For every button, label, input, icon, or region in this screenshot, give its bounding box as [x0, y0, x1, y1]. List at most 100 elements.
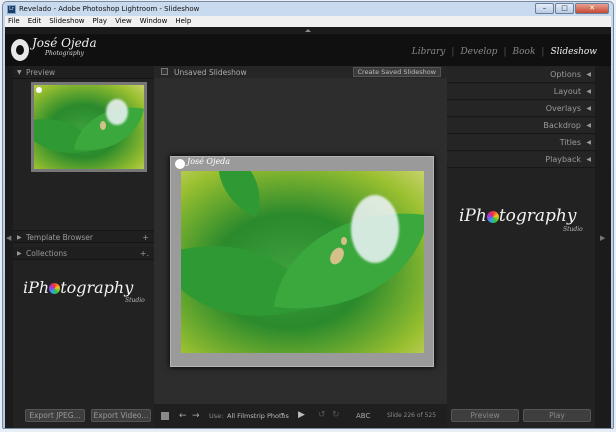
create-saved-slideshow-button[interactable]: Create Saved Slideshow — [352, 67, 441, 77]
collapsed-triangle-icon: ◀ — [586, 122, 591, 129]
template-browser-header[interactable]: ▶ Template Browser + — [13, 230, 154, 243]
play-icon[interactable]: ▶ — [298, 410, 305, 420]
slideshow-toolbar: ← → Use: All Filmstrip Photos ▾ ▶ ↺ ↻ AB… — [154, 404, 447, 428]
use-dropdown[interactable]: All Filmstrip Photos — [227, 412, 289, 420]
options-label: Options — [550, 70, 581, 79]
slide-identity-logo-icon — [175, 159, 185, 169]
slide-preview: José Ojeda — [170, 156, 434, 367]
collapsed-triangle-icon: ▶ — [17, 234, 22, 241]
preview-panel-label: Preview — [26, 68, 56, 77]
left-panel-toggle-strip[interactable]: ◀ — [5, 66, 13, 428]
menu-window[interactable]: Window — [140, 16, 168, 27]
title-bar: Lr Revelado - Adobe Photoshop Lightroom … — [3, 2, 613, 16]
brand-sub-right: Studio — [563, 226, 583, 233]
module-picker: Library | Develop | Book | Slideshow — [412, 47, 597, 57]
layout-label: Layout — [553, 87, 581, 96]
close-button[interactable]: ✕ — [575, 3, 609, 14]
slide-counter: Slide 226 of 525 — [387, 412, 437, 419]
collapse-left-arrow-icon[interactable]: ◀ — [6, 234, 11, 242]
use-label: Use: — [209, 412, 224, 420]
export-video-button[interactable]: Export Video... — [91, 409, 151, 422]
brand-sub-left: Studio — [125, 297, 145, 304]
window-title: Revelado - Adobe Photoshop Lightroom - S… — [19, 5, 200, 13]
preview-button[interactable]: Preview — [451, 409, 519, 422]
menu-slideshow[interactable]: Slideshow — [49, 16, 84, 27]
titles-section-header[interactable]: Titles ◀ — [447, 135, 595, 151]
slide-editor: Unsaved Slideshow Create Saved Slideshow… — [154, 66, 447, 428]
brand-suffix: tography — [60, 278, 134, 297]
play-button[interactable]: Play — [523, 409, 591, 422]
preview-panel-header[interactable]: ▼ Preview — [13, 66, 154, 79]
options-section-header[interactable]: Options ◀ — [447, 67, 595, 83]
minimize-button[interactable]: – — [535, 3, 554, 14]
module-book[interactable]: Book — [513, 47, 536, 57]
brand-prefix: iPh — [459, 206, 487, 226]
slide-editor-header: Unsaved Slideshow Create Saved Slideshow — [154, 66, 447, 78]
lightroom-workspace: José Ojeda Photography Library | Develop… — [5, 27, 611, 428]
spider — [100, 121, 106, 130]
collections-header[interactable]: ▶ Collections +. — [13, 247, 154, 260]
module-slideshow[interactable]: Slideshow — [550, 47, 597, 57]
spider-web — [351, 195, 399, 263]
previous-slide-icon[interactable]: ← — [179, 411, 187, 421]
module-separator: | — [541, 47, 545, 57]
collection-title: Unsaved Slideshow — [174, 68, 247, 77]
menu-view[interactable]: View — [115, 16, 132, 27]
collapse-right-arrow-icon[interactable]: ▶ — [600, 234, 605, 242]
use-dropdown-chevron-icon[interactable]: ▾ — [281, 411, 284, 418]
playback-section-header[interactable]: Playback ◀ — [447, 152, 595, 168]
export-jpeg-button[interactable]: Export JPEG... — [25, 409, 85, 422]
module-develop[interactable]: Develop — [460, 47, 497, 57]
preview-photo — [34, 85, 144, 169]
add-collection-icon[interactable]: +. — [140, 247, 149, 260]
slide-identity-name: José Ojeda — [187, 157, 231, 166]
collapsed-triangle-icon: ◀ — [586, 71, 591, 78]
top-panel-toggle-strip[interactable] — [5, 27, 611, 34]
right-panel: Options ◀ Layout ◀ Overlays ◀ Backdrop ◀ Tit… — [447, 66, 595, 428]
rotate-right-icon: ↻ — [332, 410, 340, 420]
collapsed-triangle-icon: ▶ — [17, 250, 22, 257]
rotate-left-icon: ↺ — [318, 410, 326, 420]
collapsed-triangle-icon: ◀ — [586, 156, 591, 163]
add-template-icon[interactable]: + — [142, 231, 149, 244]
module-separator: | — [503, 47, 507, 57]
overlays-label: Overlays — [545, 104, 581, 113]
select-checkbox[interactable] — [161, 68, 168, 75]
template-browser-label: Template Browser — [26, 233, 93, 242]
app-window: Lr Revelado - Adobe Photoshop Lightroom … — [2, 1, 614, 429]
preview-thumbnail — [31, 82, 147, 172]
menu-bar: File Edit Slideshow Play View Window Hel… — [5, 16, 611, 27]
overlays-section-header[interactable]: Overlays ◀ — [447, 101, 595, 117]
identity-tagline: Photography — [45, 50, 84, 57]
collapsed-triangle-icon: ◀ — [586, 105, 591, 112]
collapse-top-arrow-icon[interactable] — [305, 29, 311, 32]
module-separator: | — [451, 47, 455, 57]
identity-name: José Ojeda — [32, 36, 97, 50]
menu-help[interactable]: Help — [175, 16, 191, 27]
add-text-button[interactable]: ABC — [356, 412, 370, 420]
aperture-icon — [486, 210, 499, 223]
spider-head — [341, 237, 347, 245]
menu-file[interactable]: File — [8, 16, 20, 27]
right-panel-toggle-strip[interactable]: ▶ — [595, 66, 611, 428]
playback-label: Playback — [545, 155, 581, 164]
slide-photo — [181, 171, 424, 353]
watermark-logo-icon — [36, 87, 42, 93]
menu-edit[interactable]: Edit — [28, 16, 42, 27]
collapsed-triangle-icon: ◀ — [586, 139, 591, 146]
module-library[interactable]: Library — [412, 47, 446, 57]
spider-web — [106, 99, 128, 125]
layout-section-header[interactable]: Layout ◀ — [447, 84, 595, 100]
next-slide-icon[interactable]: → — [192, 411, 200, 421]
maximize-button[interactable]: □ — [555, 3, 574, 14]
collections-label: Collections — [26, 249, 68, 258]
stop-icon[interactable] — [161, 412, 169, 420]
lightroom-app-icon: Lr — [7, 5, 16, 14]
left-panel: ▼ Preview ▶ Template Browser + ▶ Collect… — [13, 66, 154, 428]
identity-plate-bar: José Ojeda Photography Library | Develop… — [5, 34, 611, 66]
menu-play[interactable]: Play — [92, 16, 107, 27]
backdrop-section-header[interactable]: Backdrop ◀ — [447, 118, 595, 134]
titles-label: Titles — [559, 138, 581, 147]
expand-triangle-icon: ▼ — [17, 69, 22, 76]
brand-suffix: tography — [498, 206, 577, 226]
